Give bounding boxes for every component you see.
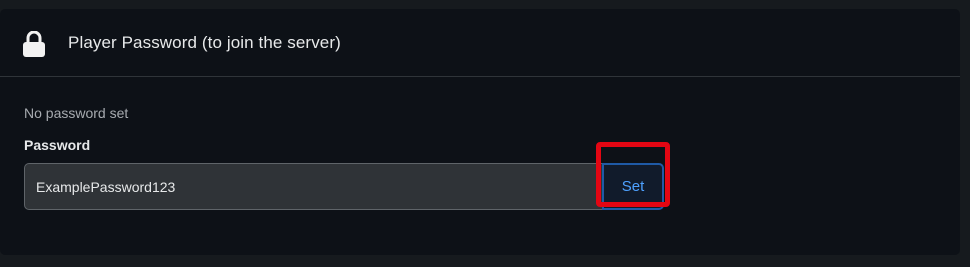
password-status-text: No password set [24, 105, 129, 121]
password-input[interactable] [24, 163, 602, 210]
card-header: Player Password (to join the server) [0, 9, 960, 77]
player-password-card: Player Password (to join the server) No … [0, 9, 960, 255]
page: Player Password (to join the server) No … [0, 0, 970, 267]
set-password-button[interactable]: Set [602, 163, 664, 210]
card-title: Player Password (to join the server) [68, 33, 341, 52]
lock-icon [23, 31, 45, 57]
password-label: Password [24, 137, 91, 153]
